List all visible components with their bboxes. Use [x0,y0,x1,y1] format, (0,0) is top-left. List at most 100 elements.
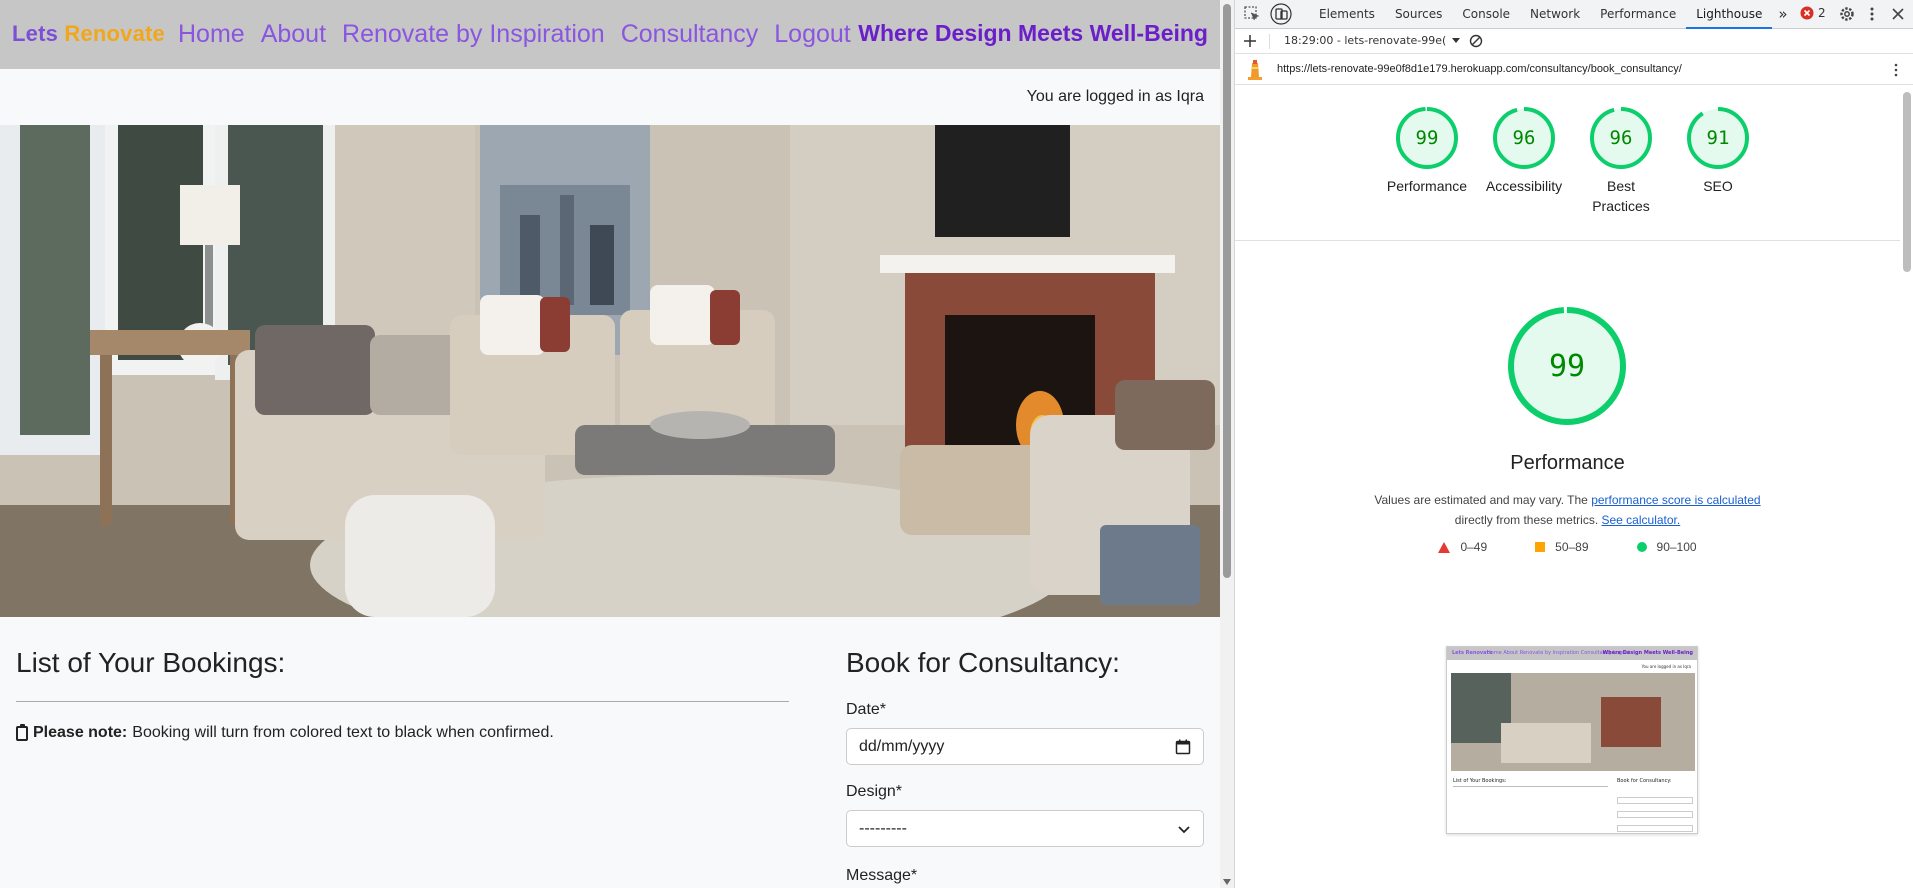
see-calculator-link[interactable]: See calculator. [1602,513,1681,527]
thumb-hero [1451,673,1695,771]
thumb-bookings: List of Your Bookings: [1453,778,1507,784]
logged-in-status: You are logged in as Iqra [1026,88,1204,105]
legend-pass: 90–100 [1636,540,1697,554]
gauge-score-accessibility: 96 [1513,127,1536,149]
devtools-scrollbar[interactable] [1900,86,1913,888]
tab-console[interactable]: Console [1452,0,1520,29]
close-devtools-icon[interactable] [1891,7,1905,21]
bookings-note: Please note: Booking will turn from colo… [16,723,789,742]
nav-link-renovate-by-inspiration[interactable]: Renovate by Inspiration [342,20,605,49]
brand-word-renovate: Renovate [64,21,165,46]
gauge-score-seo: 91 [1707,127,1730,149]
gauge-score-best-practices: 96 [1610,127,1633,149]
tab-network[interactable]: Network [1520,0,1590,29]
devtools-tabbar: Elements Sources Console Network Perform… [1235,0,1913,29]
clear-reports-icon[interactable] [1469,34,1483,48]
score-legend: 0–49 50–89 90–100 [1235,540,1900,554]
bookings-section: List of Your Bookings: Please note: Book… [16,647,789,742]
performance-description: Values are estimated and may vary. The p… [1335,490,1800,530]
tab-elements[interactable]: Elements [1309,0,1385,29]
consultancy-form: Book for Consultancy: Date* dd/mm/yyyy D… [846,647,1204,885]
design-select[interactable]: --------- [846,810,1204,847]
tab-performance[interactable]: Performance [1590,0,1686,29]
error-count: 2 [1818,6,1826,20]
note-bold-label: Please note: [33,724,128,741]
orange-square-icon [1535,542,1546,552]
legend-average: 50–89 [1535,540,1589,554]
gauge-ring-performance: 99 [1396,107,1458,169]
living-room-photo [0,125,1220,617]
page-scrollbar-thumb[interactable] [1223,4,1231,578]
nav-link-consultancy[interactable]: Consultancy [621,20,759,49]
gauge-score-performance: 99 [1416,127,1439,149]
report-selector-label: 18:29:00 - lets-renovate-99e( [1284,34,1447,47]
thumb-tagline: Where Design Meets Well-Being [1602,650,1693,656]
green-circle-icon [1636,542,1647,552]
design-select-value: --------- [859,819,907,837]
performance-title: Performance [1510,452,1625,474]
legend-fail-range: 0–49 [1460,540,1488,554]
report-url-bar: https://lets-renovate-99e0f8d1e179.herok… [1235,54,1913,85]
device-toolbar-icon[interactable] [1269,3,1293,25]
site-tagline: Where Design Meets Well-Being [858,20,1208,46]
date-placeholder: dd/mm/yyyy [859,737,945,755]
main-nav: Home About Renovate by Inspiration Consu… [178,20,867,49]
gauge-ring-seo: 91 [1687,107,1749,169]
performance-score-link[interactable]: performance score is calculated [1591,493,1760,507]
date-input[interactable]: dd/mm/yyyy [846,728,1204,765]
settings-gear-icon[interactable] [1839,6,1855,22]
desc-part-2: directly from these metrics. [1454,513,1599,527]
url-menu-kebab-icon[interactable] [1893,63,1899,77]
thumb-logged: You are logged in as Iqra [1641,664,1691,669]
more-options-kebab-icon[interactable] [1867,6,1877,22]
chevron-down-icon [1178,825,1190,833]
error-icon [1800,6,1814,20]
devtools-scrollbar-thumb[interactable] [1903,92,1911,272]
site-brand-logo[interactable]: Lets Renovate [12,21,165,47]
score-gauge-seo[interactable]: 91 SEO [1658,106,1778,196]
lighthouse-logo-icon [1248,60,1262,80]
report-selector[interactable]: 18:29:00 - lets-renovate-99e( [1284,34,1461,47]
bookings-title: List of Your Bookings: [16,647,286,678]
lighthouse-report: 99 Performance 96 Accessibility 96 Best [1235,86,1900,888]
red-triangle-icon [1438,541,1451,553]
gauge-label-seo: SEO [1703,178,1733,194]
desc-part-1: Values are estimated and may vary. The [1374,493,1588,507]
error-counter[interactable]: 2 [1800,6,1826,20]
scroll-down-arrow-icon[interactable] [1223,879,1231,885]
clipboard-icon [16,723,28,741]
more-tabs-chevron-icon[interactable]: » [1772,0,1793,29]
tab-lighthouse[interactable]: Lighthouse [1686,0,1773,29]
add-report-plus-icon[interactable] [1243,34,1257,48]
legend-fail: 0–49 [1438,540,1487,554]
site-navbar: Lets Renovate Home About Renovate by Ins… [0,0,1220,69]
page-screenshot-thumbnail[interactable]: Lets Renovate Home About Renovate by Ins… [1446,646,1698,834]
lighthouse-toolbar: 18:29:00 - lets-renovate-99e( [1235,29,1913,54]
nav-link-logout[interactable]: Logout [774,20,850,49]
gauge-ring-accessibility: 96 [1493,107,1555,169]
gauge-label-best-practices: Best Practices [1592,178,1650,214]
performance-big-gauge: 99 [1508,307,1626,425]
nav-link-about[interactable]: About [261,20,326,49]
hero-image [0,125,1220,617]
note-text: Booking will turn from colored text to b… [132,724,554,741]
performance-big-score: 99 [1549,349,1585,384]
inspect-element-icon[interactable] [1243,5,1261,23]
gauge-ring-best-practices: 96 [1590,107,1652,169]
report-url[interactable]: https://lets-renovate-99e0f8d1e179.herok… [1277,63,1682,75]
devtools-tabs: Elements Sources Console Network Perform… [1309,0,1794,29]
thumb-consult: Book for Consultancy: [1617,778,1672,784]
page-body: You are logged in as Iqra List of Your B… [0,69,1220,888]
bookings-divider [16,701,789,702]
calendar-icon[interactable] [1175,739,1191,755]
legend-average-range: 50–89 [1555,540,1589,554]
website-viewport: Lets Renovate Home About Renovate by Ins… [0,0,1220,888]
caret-down-icon [1452,37,1461,43]
page-scrollbar[interactable] [1220,0,1234,888]
toolbar-divider [1269,34,1270,49]
tab-sources[interactable]: Sources [1385,0,1452,29]
brand-word-lets: Lets [12,21,59,46]
date-label: Date* [846,701,887,718]
nav-link-home[interactable]: Home [178,20,245,49]
design-label: Design* [846,783,903,800]
